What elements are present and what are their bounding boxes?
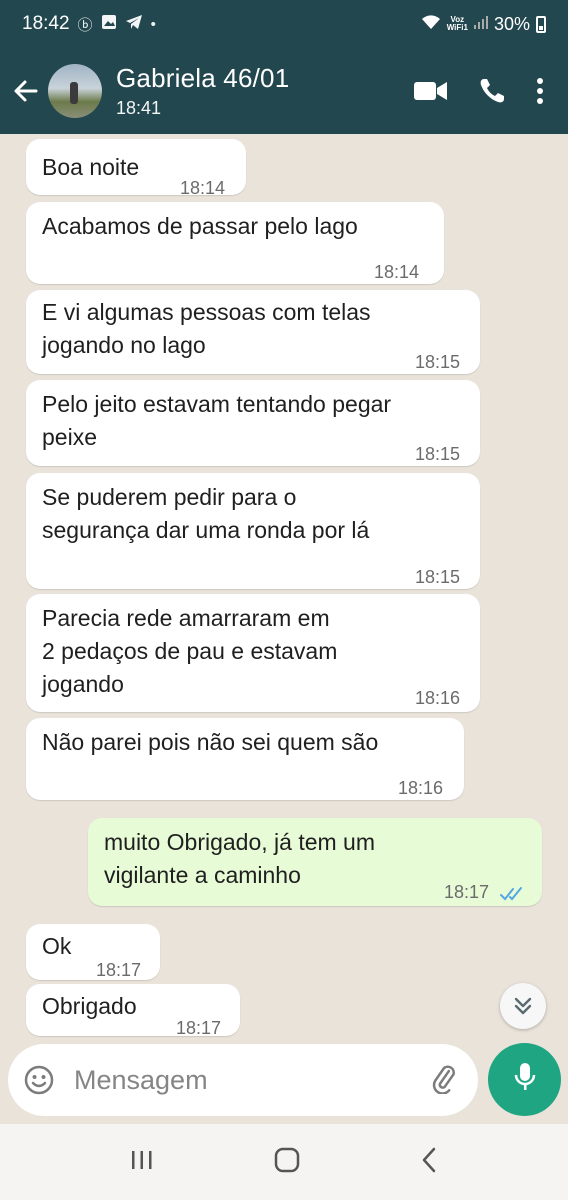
message-time: 18:15	[415, 352, 461, 372]
avatar[interactable]	[48, 64, 102, 118]
message-time: 18:15	[415, 567, 461, 587]
signal-icon	[473, 14, 488, 35]
back-nav-icon[interactable]	[419, 1146, 439, 1179]
message-text: Boa noite	[42, 151, 139, 184]
message-composer	[8, 1044, 517, 1116]
recent-apps-icon[interactable]	[129, 1148, 155, 1177]
mic-button[interactable]	[488, 1043, 561, 1116]
message-text: Parecia rede amarraram em 2 pedaços de p…	[42, 602, 337, 701]
message-line: Ok	[42, 933, 72, 959]
video-call-icon[interactable]	[414, 80, 448, 102]
message-line: Obrigado	[42, 993, 137, 1019]
message-time: 18:14	[374, 262, 420, 282]
message-line: 2 pedaços de pau e estavam	[42, 638, 338, 664]
message-time: 18:16	[398, 778, 444, 798]
message-line: E vi algumas pessoas com telas	[42, 299, 371, 325]
message-input[interactable]	[74, 1064, 428, 1096]
message-line: Se puderem pedir para o	[42, 484, 297, 510]
message-time: 18:17	[176, 1018, 222, 1038]
voz-bottom: WiFi1	[446, 23, 468, 32]
message-time: 18:14	[180, 178, 226, 198]
message-text: Se puderem pedir para o segurança dar um…	[42, 481, 369, 547]
chat-area[interactable]: Boa noite 18:14 Acabamos de passar pelo …	[0, 134, 568, 1040]
home-icon[interactable]	[273, 1146, 301, 1179]
message-line: Não parei pois não sei quem são	[42, 729, 379, 755]
message-bubble-incoming[interactable]: Não parei pois não sei quem são 18:16	[26, 718, 464, 800]
message-bubble-incoming[interactable]: Parecia rede amarraram em 2 pedaços de p…	[26, 594, 480, 712]
contact-info[interactable]: Gabriela 46/01 18:41	[116, 63, 414, 119]
message-text: Ok	[42, 930, 71, 963]
header-actions	[414, 77, 544, 105]
message-time: 18:15	[415, 444, 461, 464]
message-line: segurança dar uma ronda por lá	[42, 517, 370, 543]
message-text: Pelo jeito estavam tentando pegar peixe	[42, 388, 391, 454]
message-line: vigilante a caminho	[104, 862, 301, 888]
message-time: 18:16	[415, 688, 461, 708]
double-chevron-down-icon[interactable]	[500, 983, 546, 1029]
gallery-icon	[101, 14, 117, 34]
status-right: Voz WiFi1 30%	[421, 14, 546, 35]
message-line: muito Obrigado, já tem um	[104, 829, 376, 855]
message-bubble-outgoing[interactable]: muito Obrigado, já tem um vigilante a ca…	[88, 818, 542, 906]
voz-wifi-label: Voz WiFi1	[447, 16, 468, 32]
battery-text: 30%	[493, 13, 530, 34]
double-check-read-icon	[500, 878, 528, 911]
battery-icon	[536, 15, 546, 33]
message-line: Pelo jeito estavam tentando pegar	[42, 391, 392, 417]
message-time: 18:17	[444, 882, 490, 902]
message-line: jogando no lago	[42, 332, 206, 358]
arrow-left-icon[interactable]	[4, 77, 48, 105]
system-nav-bar	[0, 1124, 568, 1200]
message-bubble-incoming[interactable]: Pelo jeito estavam tentando pegar peixe …	[26, 380, 480, 466]
dot-icon: •	[150, 15, 156, 33]
telegram-icon	[125, 14, 143, 34]
message-text: Obrigado	[42, 990, 137, 1023]
wifi-icon	[421, 14, 441, 35]
message-bubble-incoming[interactable]: Boa noite 18:14	[26, 139, 246, 198]
message-bubble-incoming[interactable]: E vi algumas pessoas com telas jogando n…	[26, 290, 480, 374]
notification-b-icon: ⓑ	[77, 16, 93, 34]
status-left: 18:42 ⓑ •	[22, 13, 421, 35]
contact-name: Gabriela 46/01	[116, 63, 290, 93]
message-line: Acabamos de passar pelo lago	[42, 213, 358, 239]
message-line: Boa noite	[42, 154, 140, 180]
message-time: 18:17	[96, 960, 142, 980]
message-text: Não parei pois não sei quem são	[42, 726, 378, 759]
message-line: jogando	[42, 671, 124, 697]
message-bubble-incoming[interactable]: Obrigado 18:17	[26, 984, 240, 1038]
message-bubble-incoming[interactable]: Ok 18:17	[26, 924, 160, 980]
mic-icon	[513, 1061, 537, 1098]
chat-header: Gabriela 46/01 18:41	[0, 48, 568, 134]
message-text: Acabamos de passar pelo lago	[42, 210, 358, 243]
paperclip-icon[interactable]	[428, 1062, 460, 1099]
message-line: Parecia rede amarraram em	[42, 605, 330, 631]
emoji-icon[interactable]	[24, 1065, 54, 1095]
status-time: 18:42	[22, 13, 70, 34]
message-line: peixe	[42, 424, 97, 450]
more-vertical-icon[interactable]	[536, 77, 544, 105]
message-text: muito Obrigado, já tem um vigilante a ca…	[104, 826, 375, 892]
status-bar: 18:42 ⓑ • Voz WiFi1 30%	[0, 0, 568, 48]
message-bubble-incoming[interactable]: Acabamos de passar pelo lago 18:14	[26, 202, 444, 284]
message-text: E vi algumas pessoas com telas jogando n…	[42, 296, 371, 362]
message-bubble-incoming[interactable]: Se puderem pedir para o segurança dar um…	[26, 473, 480, 589]
contact-last-seen: 18:41	[116, 98, 162, 118]
phone-icon[interactable]	[478, 77, 506, 105]
